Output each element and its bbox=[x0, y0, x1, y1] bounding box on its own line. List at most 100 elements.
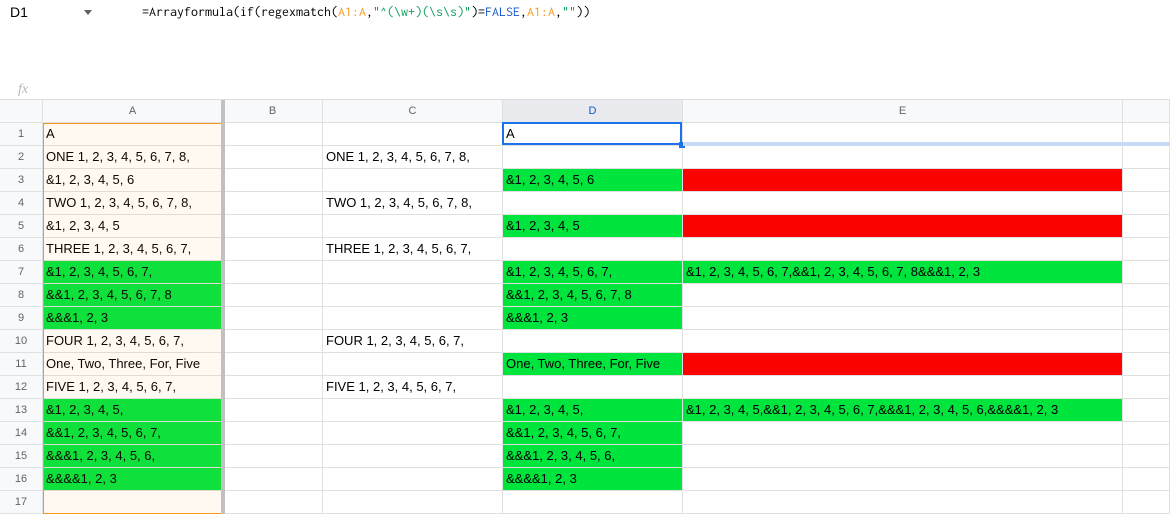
cell-D4[interactable] bbox=[503, 192, 683, 215]
cells-area[interactable]: AAONE 1, 2, 3, 4, 5, 6, 7, 8,ONE 1, 2, 3… bbox=[43, 123, 1170, 514]
cell-5[interactable] bbox=[1123, 215, 1170, 238]
cell-D10[interactable] bbox=[503, 330, 683, 353]
cell-10[interactable] bbox=[1123, 330, 1170, 353]
row-header-15[interactable]: 15 bbox=[0, 445, 43, 468]
cell-B4[interactable] bbox=[223, 192, 323, 215]
cell-D11[interactable]: One, Two, Three, For, Five bbox=[503, 353, 683, 376]
row-header-7[interactable]: 7 bbox=[0, 261, 43, 284]
cell-B7[interactable] bbox=[223, 261, 323, 284]
cell-6[interactable] bbox=[1123, 238, 1170, 261]
row-header-13[interactable]: 13 bbox=[0, 399, 43, 422]
cell-D12[interactable] bbox=[503, 376, 683, 399]
cell-D3[interactable]: &1, 2, 3, 4, 5, 6 bbox=[503, 169, 683, 192]
cell-E15[interactable] bbox=[683, 445, 1123, 468]
cell-C15[interactable] bbox=[323, 445, 503, 468]
cell-E12[interactable] bbox=[683, 376, 1123, 399]
cell-A16[interactable]: &&&&1, 2, 3 bbox=[43, 468, 223, 491]
row-header-1[interactable]: 1 bbox=[0, 123, 43, 146]
cell-C6[interactable]: THREE 1, 2, 3, 4, 5, 6, 7, bbox=[323, 238, 503, 261]
cell-8[interactable] bbox=[1123, 284, 1170, 307]
cell-E6[interactable] bbox=[683, 238, 1123, 261]
row-header-5[interactable]: 5 bbox=[0, 215, 43, 238]
cell-B16[interactable] bbox=[223, 468, 323, 491]
cell-A11[interactable]: One, Two, Three, For, Five bbox=[43, 353, 223, 376]
cell-B3[interactable] bbox=[223, 169, 323, 192]
cell-A4[interactable]: TWO 1, 2, 3, 4, 5, 6, 7, 8, bbox=[43, 192, 223, 215]
select-all-corner[interactable] bbox=[0, 100, 43, 123]
cell-C11[interactable] bbox=[323, 353, 503, 376]
cell-A5[interactable]: &1, 2, 3, 4, 5 bbox=[43, 215, 223, 238]
cell-E5[interactable] bbox=[683, 215, 1123, 238]
cell-3[interactable] bbox=[1123, 169, 1170, 192]
column-header-blank[interactable] bbox=[1123, 100, 1170, 123]
cell-E11[interactable] bbox=[683, 353, 1123, 376]
cell-17[interactable] bbox=[1123, 491, 1170, 514]
cell-C5[interactable] bbox=[323, 215, 503, 238]
cell-C14[interactable] bbox=[323, 422, 503, 445]
cell-C3[interactable] bbox=[323, 169, 503, 192]
cell-A2[interactable]: ONE 1, 2, 3, 4, 5, 6, 7, 8, bbox=[43, 146, 223, 169]
cell-E4[interactable] bbox=[683, 192, 1123, 215]
cell-D6[interactable] bbox=[503, 238, 683, 261]
cell-D16[interactable]: &&&&1, 2, 3 bbox=[503, 468, 683, 491]
cell-16[interactable] bbox=[1123, 468, 1170, 491]
column-header-D[interactable]: D bbox=[503, 100, 683, 123]
cell-C7[interactable] bbox=[323, 261, 503, 284]
row-header-16[interactable]: 16 bbox=[0, 468, 43, 491]
row-header-17[interactable]: 17 bbox=[0, 491, 43, 514]
cell-D15[interactable]: &&&1, 2, 3, 4, 5, 6, bbox=[503, 445, 683, 468]
column-header-E[interactable]: E bbox=[683, 100, 1123, 123]
cell-A9[interactable]: &&&1, 2, 3 bbox=[43, 307, 223, 330]
cell-C17[interactable] bbox=[323, 491, 503, 514]
cell-A17[interactable] bbox=[43, 491, 223, 514]
cell-B9[interactable] bbox=[223, 307, 323, 330]
cell-11[interactable] bbox=[1123, 353, 1170, 376]
cell-A7[interactable]: &1, 2, 3, 4, 5, 6, 7, bbox=[43, 261, 223, 284]
cell-A13[interactable]: &1, 2, 3, 4, 5, bbox=[43, 399, 223, 422]
column-header-B[interactable]: B bbox=[223, 100, 323, 123]
cell-D1[interactable]: A bbox=[503, 123, 683, 146]
cell-2[interactable] bbox=[1123, 146, 1170, 169]
cell-C12[interactable]: FIVE 1, 2, 3, 4, 5, 6, 7, bbox=[323, 376, 503, 399]
cell-E17[interactable] bbox=[683, 491, 1123, 514]
name-box[interactable]: D1 bbox=[6, 2, 78, 22]
cell-D13[interactable]: &1, 2, 3, 4, 5, bbox=[503, 399, 683, 422]
row-header-12[interactable]: 12 bbox=[0, 376, 43, 399]
cell-B15[interactable] bbox=[223, 445, 323, 468]
name-box-wrap[interactable]: D1 bbox=[0, 0, 102, 24]
cell-C1[interactable] bbox=[323, 123, 503, 146]
cell-C16[interactable] bbox=[323, 468, 503, 491]
cell-D7[interactable]: &1, 2, 3, 4, 5, 6, 7, bbox=[503, 261, 683, 284]
cell-E8[interactable] bbox=[683, 284, 1123, 307]
cell-C8[interactable] bbox=[323, 284, 503, 307]
row-header-11[interactable]: 11 bbox=[0, 353, 43, 376]
cell-B1[interactable] bbox=[223, 123, 323, 146]
cell-E2[interactable] bbox=[683, 146, 1123, 169]
cell-C9[interactable] bbox=[323, 307, 503, 330]
cell-E9[interactable] bbox=[683, 307, 1123, 330]
cell-D9[interactable]: &&&1, 2, 3 bbox=[503, 307, 683, 330]
cell-B17[interactable] bbox=[223, 491, 323, 514]
cell-B2[interactable] bbox=[223, 146, 323, 169]
cell-12[interactable] bbox=[1123, 376, 1170, 399]
cell-15[interactable] bbox=[1123, 445, 1170, 468]
cell-C10[interactable]: FOUR 1, 2, 3, 4, 5, 6, 7, bbox=[323, 330, 503, 353]
cell-4[interactable] bbox=[1123, 192, 1170, 215]
column-header-C[interactable]: C bbox=[323, 100, 503, 123]
cell-B5[interactable] bbox=[223, 215, 323, 238]
formula-input[interactable]: =Arrayformula(if(regexmatch(A1:A,"^(\w+)… bbox=[102, 0, 1170, 24]
cell-B13[interactable] bbox=[223, 399, 323, 422]
row-header-10[interactable]: 10 bbox=[0, 330, 43, 353]
row-header-14[interactable]: 14 bbox=[0, 422, 43, 445]
row-header-3[interactable]: 3 bbox=[0, 169, 43, 192]
cell-E16[interactable] bbox=[683, 468, 1123, 491]
cell-A3[interactable]: &1, 2, 3, 4, 5, 6 bbox=[43, 169, 223, 192]
cell-13[interactable] bbox=[1123, 399, 1170, 422]
cell-E1[interactable] bbox=[683, 123, 1123, 146]
cell-D17[interactable] bbox=[503, 491, 683, 514]
cell-A6[interactable]: THREE 1, 2, 3, 4, 5, 6, 7, bbox=[43, 238, 223, 261]
cell-14[interactable] bbox=[1123, 422, 1170, 445]
cell-B10[interactable] bbox=[223, 330, 323, 353]
cell-E3[interactable] bbox=[683, 169, 1123, 192]
cell-D2[interactable] bbox=[503, 146, 683, 169]
